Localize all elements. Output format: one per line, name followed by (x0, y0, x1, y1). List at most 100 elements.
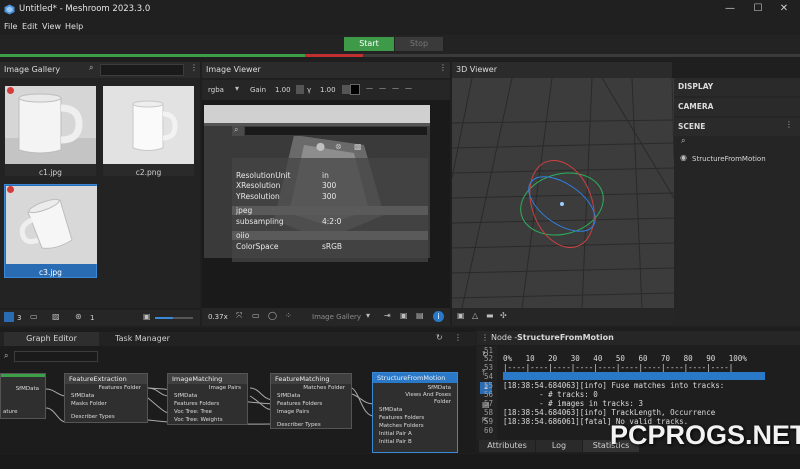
node-input-port[interactable]: Describer Types (71, 414, 115, 420)
node-panel-node-name: StructureFromMotion (517, 333, 614, 342)
frame-icon[interactable]: ▭ (252, 311, 260, 320)
tab-log[interactable]: Log (536, 440, 582, 452)
metadata-search-bar: ⌕ (232, 125, 428, 136)
node-input-port[interactable]: Matches Folders (379, 423, 424, 429)
section-scene[interactable]: SCENE (674, 118, 800, 136)
gamma-reset-button[interactable] (342, 85, 350, 94)
fit-icon[interactable]: ⤧ (236, 311, 242, 321)
node-output-port[interactable]: SfMData (428, 385, 451, 391)
metadata-icon[interactable]: ▤ (416, 311, 424, 320)
copy-icon[interactable]: ⬤ (316, 142, 325, 151)
thumbnail-image-mug-3 (6, 186, 97, 264)
section-camera[interactable]: CAMERA (674, 98, 800, 116)
log-line: - # tracks: 0 (503, 390, 598, 399)
gizmo-icon[interactable]: ✣ (500, 311, 507, 320)
distortion-icon[interactable]: ◯ (268, 311, 277, 320)
graph-search-input[interactable] (14, 351, 98, 362)
gallery-thumbnail-selected[interactable]: c3.jpg (4, 184, 97, 278)
maximize-button[interactable]: ☐ (746, 2, 770, 16)
gallery-thumbnail[interactable]: c1.jpg (5, 86, 96, 177)
more-options-icon[interactable]: ⋮ (481, 331, 489, 345)
graph-node-imagematching[interactable]: ImageMatching Image Pairs SfMData Featur… (167, 373, 248, 425)
menu-view[interactable]: View (42, 22, 61, 31)
image-viewer-header: Image Viewer (202, 62, 450, 78)
graph-node-featurematching[interactable]: FeatureMatching Matches Folder SfMData F… (270, 373, 352, 429)
metadata-search-input[interactable] (244, 126, 428, 136)
camera-icon[interactable]: ▬ (486, 311, 494, 320)
node-input-port[interactable]: Masks Folder (71, 401, 107, 407)
images-filter-icon[interactable] (4, 312, 14, 322)
clear-icon[interactable]: ⊗ (335, 142, 342, 151)
gain-label: Gain (250, 86, 267, 94)
graph-node[interactable]: SfMData ature (0, 373, 46, 419)
graph-node-structurefrommotion-selected[interactable]: StructureFromMotion SfMData Views And Po… (372, 372, 458, 453)
gallery-search-input[interactable] (100, 64, 184, 76)
more-options-icon[interactable]: ⋮ (785, 120, 793, 129)
more-options-icon[interactable]: ⋮ (439, 63, 447, 72)
node-input-port[interactable]: Voc Tree: Weights (174, 417, 223, 423)
node-output-port[interactable]: Features Folder (99, 385, 141, 391)
thumbnail-size-slider[interactable] (155, 317, 193, 319)
features-icon[interactable]: ⁘ (285, 311, 292, 320)
node-input-port[interactable]: SfMData (174, 393, 197, 399)
node-input-port[interactable]: Describer Types (277, 422, 321, 428)
image-count: 3 (17, 314, 22, 322)
channel-select[interactable]: rgba (208, 86, 224, 94)
search-icon: ⌕ (4, 351, 9, 360)
stop-button[interactable]: Stop (395, 37, 443, 51)
refresh-icon[interactable]: ↻ (436, 333, 443, 342)
node-panel-prefix: Node - (491, 333, 518, 342)
hidden-images-icon[interactable]: ▨ (52, 312, 60, 321)
node-output-port[interactable]: Matches Folder (303, 385, 345, 391)
log-line: |----|----|----|----|----|----|----|----… (503, 363, 734, 372)
info-icon[interactable]: i (433, 311, 444, 322)
node-output-port[interactable]: Views And Poses (405, 392, 451, 398)
tab-attributes[interactable]: Attributes (479, 440, 535, 452)
menu-file[interactable]: File (4, 22, 17, 31)
viewer3d-canvas[interactable] (452, 78, 674, 308)
section-display[interactable]: DISPLAY (674, 78, 800, 96)
menu-help[interactable]: Help (65, 22, 83, 31)
close-button[interactable]: ✕ (772, 2, 796, 16)
more-options-icon[interactable]: ⋮ (190, 63, 198, 72)
color-swatch[interactable] (350, 84, 360, 95)
gamma-value[interactable]: 1.00 (320, 86, 336, 94)
node-input-port[interactable]: Voc Tree: Tree (174, 409, 212, 415)
graph-node-featureextraction[interactable]: FeatureExtraction Features Folder SfMDat… (64, 373, 148, 423)
log-line-number: 57 (484, 399, 494, 408)
node-input-port[interactable]: SfMData (277, 393, 300, 399)
scene-item[interactable]: StructureFromMotion (692, 155, 766, 163)
node-input-port[interactable]: SfMData (71, 393, 94, 399)
metadata-section[interactable]: oiio (232, 231, 428, 240)
node-input-port[interactable]: Initial Pair B (379, 439, 412, 445)
metadata-section[interactable]: jpeg (232, 206, 428, 215)
warning-icon[interactable]: △ (472, 311, 478, 320)
gain-value[interactable]: 1.00 (275, 86, 291, 94)
node-input-port[interactable]: Features Folders (277, 401, 322, 407)
gallery-thumbnail[interactable]: c2.png (103, 86, 194, 177)
node-output-port[interactable]: Image Pairs (209, 385, 241, 391)
edit-icon[interactable]: ▩ (354, 142, 362, 151)
node-output-port[interactable]: Folder (434, 399, 451, 405)
gain-reset-button[interactable] (296, 85, 304, 94)
visibility-icon[interactable]: ◉ (680, 153, 687, 162)
grid-icon[interactable]: ▣ (457, 311, 465, 320)
tab-graph-editor[interactable]: Graph Editor (4, 332, 99, 346)
image-icon[interactable]: ▣ (400, 311, 408, 320)
start-button[interactable]: Start (344, 37, 394, 51)
node-input-port[interactable]: Features Folders (174, 401, 219, 407)
node-input-port[interactable]: SfMData (379, 407, 402, 413)
reconstruction-icon[interactable]: ⊛ (75, 312, 82, 321)
tab-task-manager[interactable]: Task Manager (100, 332, 185, 346)
more-options-icon[interactable]: ⋮ (454, 333, 462, 342)
export-icon[interactable]: ⇥ (384, 311, 391, 320)
node-panel-header: ⋮ Node - StructureFromMotion (477, 331, 800, 345)
node-input-port[interactable]: Image Pairs (277, 409, 309, 415)
node-input-port[interactable]: Initial Pair A (379, 431, 412, 437)
node-input-port[interactable]: Features Folders (379, 415, 424, 421)
viewer-source-select[interactable]: Image Gallery (312, 313, 361, 321)
node-port[interactable]: SfMData (16, 386, 39, 392)
minimize-button[interactable]: — (718, 2, 742, 16)
camera-intrinsics-icon[interactable]: ▭ (30, 312, 38, 321)
menu-edit[interactable]: Edit (22, 22, 38, 31)
